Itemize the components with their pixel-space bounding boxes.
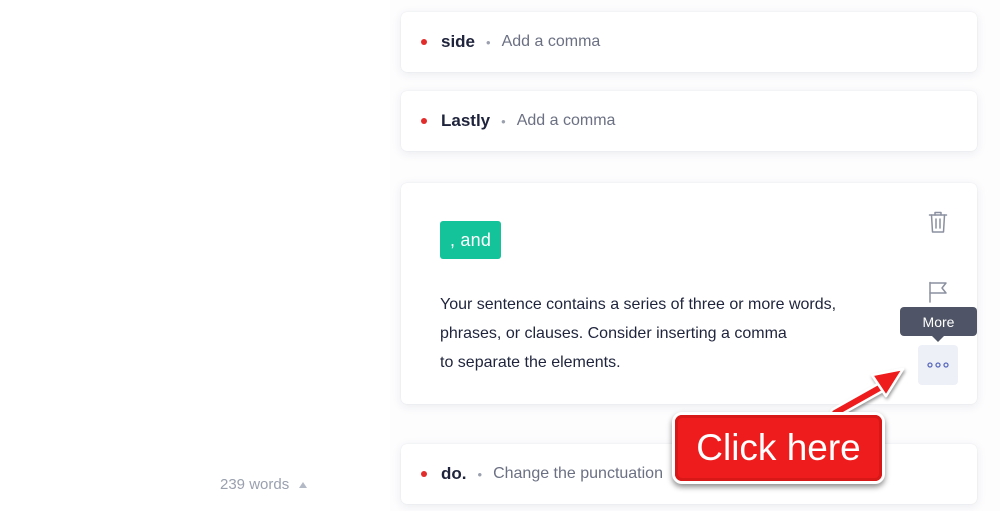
error-dot xyxy=(421,118,427,124)
apply-suggestion-button[interactable]: , and xyxy=(440,221,502,259)
explanation-line: Your sentence contains a series of three… xyxy=(440,296,837,313)
more-dots-icon[interactable] xyxy=(918,345,958,385)
suggestion-keyword: do. xyxy=(441,464,467,483)
more-tooltip: More xyxy=(900,307,977,342)
word-count-toggle[interactable]: 239 words xyxy=(220,476,308,493)
flag-icon[interactable] xyxy=(926,279,950,305)
suggestion-card-side[interactable]: side • Add a comma xyxy=(401,12,977,72)
word-count-label: 239 words xyxy=(220,476,290,493)
suggestion-keyword: side xyxy=(441,32,476,51)
suggestion-explanation: Your sentence contains a series of three… xyxy=(440,290,910,377)
caret-up-icon xyxy=(299,481,308,488)
expanded-suggestion-card: , and Your sentence contains a series of… xyxy=(401,183,977,404)
click-here-callout: Click here xyxy=(672,412,885,484)
explanation-line: phrases, or clauses. Consider inserting … xyxy=(440,325,787,342)
suggestion-description: Add a comma xyxy=(501,33,601,50)
explanation-line: to separate the elements. xyxy=(440,354,621,371)
suggestion-keyword: Lastly xyxy=(441,111,491,130)
suggestion-description: Change the punctuation xyxy=(493,465,663,482)
suggestion-card-lastly[interactable]: Lastly • Add a comma xyxy=(401,91,977,151)
error-dot xyxy=(421,39,427,45)
separator-dot: • xyxy=(477,466,483,482)
separator-dot: • xyxy=(486,34,491,50)
document-gutter xyxy=(0,0,390,511)
trash-icon[interactable] xyxy=(926,209,950,235)
editor-page: side • Add a comma Lastly • Add a comma … xyxy=(0,0,1000,511)
separator-dot: • xyxy=(501,113,506,129)
error-dot xyxy=(421,471,427,477)
suggestion-description: Add a comma xyxy=(516,112,616,129)
